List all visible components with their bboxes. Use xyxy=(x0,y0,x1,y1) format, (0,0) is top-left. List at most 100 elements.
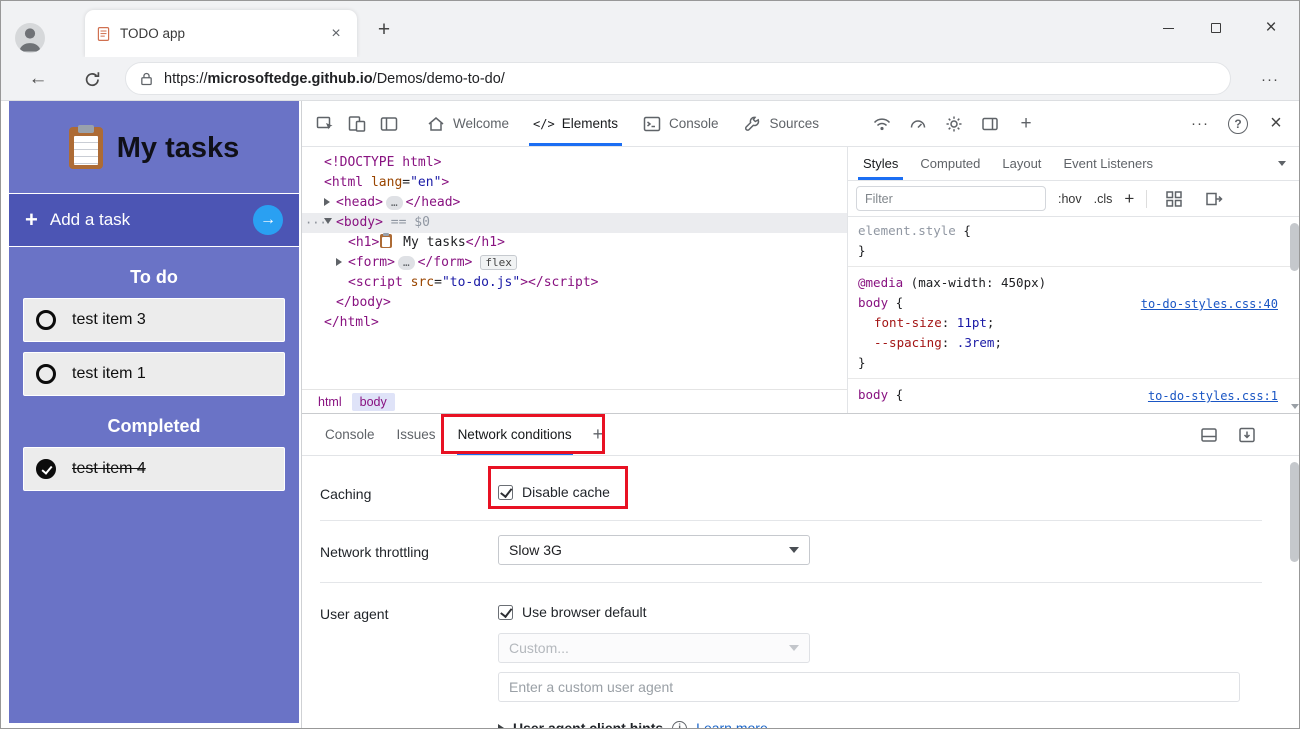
breadcrumb-body[interactable]: body xyxy=(352,393,395,411)
info-icon[interactable]: i xyxy=(672,721,687,729)
refresh-button[interactable] xyxy=(77,64,107,94)
help-icon[interactable]: ? xyxy=(1223,109,1253,139)
dom-tree-line[interactable]: <script src="to-do.js"></script> xyxy=(302,273,847,293)
breadcrumb-html[interactable]: html xyxy=(310,393,350,411)
class-toggle[interactable]: .cls xyxy=(1094,192,1113,206)
inspect-icon[interactable] xyxy=(310,109,340,139)
client-hints-row[interactable]: User agent client hints i Learn more xyxy=(498,720,768,729)
profile-avatar[interactable] xyxy=(15,23,45,53)
address-bar[interactable]: https://microsoftedge.github.io/Demos/de… xyxy=(125,62,1231,95)
back-button[interactable]: ← xyxy=(23,64,53,94)
new-tab-button[interactable]: + xyxy=(373,19,395,41)
style-rule-line[interactable]: body {to-do-styles.css:1 xyxy=(848,385,1300,405)
stylesheet-link[interactable]: to-do-styles.css:1 xyxy=(1148,386,1278,406)
drawer-tab-issues[interactable]: Issues xyxy=(386,414,447,455)
lock-icon[interactable] xyxy=(138,70,155,88)
collapsed-content-icon[interactable]: … xyxy=(398,256,415,270)
window-close-button[interactable]: × xyxy=(1248,11,1294,45)
tab-sources[interactable]: Sources xyxy=(731,101,832,146)
drawer-tab-console[interactable]: Console xyxy=(314,414,386,455)
styles-filter-input[interactable] xyxy=(856,186,1046,211)
dom-tree-line[interactable]: <html lang="en"> xyxy=(302,173,847,193)
learn-more-link[interactable]: Learn more xyxy=(696,720,768,729)
use-browser-default-checkbox[interactable] xyxy=(498,605,513,620)
style-rule-line[interactable]: @media (max-width: 450px) xyxy=(848,273,1300,293)
tab-welcome[interactable]: Welcome xyxy=(414,101,521,146)
performance-gauge-icon[interactable] xyxy=(903,109,933,139)
stylesheet-link[interactable]: to-do-styles.css:40 xyxy=(1141,294,1278,314)
node-options-icon[interactable]: ··· xyxy=(305,213,327,233)
style-rule-line[interactable]: body {to-do-styles.css:40 xyxy=(848,293,1300,313)
close-devtools-icon[interactable]: × xyxy=(1261,109,1291,139)
flex-badge[interactable]: flex xyxy=(480,255,517,270)
caching-label: Caching xyxy=(320,486,371,502)
window-minimize-button[interactable] xyxy=(1145,11,1191,45)
window-maximize-button[interactable] xyxy=(1193,11,1239,45)
dom-tree-line[interactable]: <h1> My tasks</h1> xyxy=(302,233,847,253)
disable-cache-checkbox[interactable] xyxy=(498,485,513,500)
submit-task-button[interactable]: → xyxy=(253,205,283,235)
more-options-icon[interactable]: ··· xyxy=(1185,109,1215,139)
expand-quickview-icon[interactable] xyxy=(1232,420,1262,450)
drawer-scrollbar[interactable] xyxy=(1290,462,1299,562)
dom-tree-line[interactable]: <form>…</form>flex xyxy=(302,253,847,273)
client-hints-label: User agent client hints xyxy=(513,720,663,729)
new-style-rule-button[interactable]: + xyxy=(1124,189,1134,209)
panel-layout-icon[interactable] xyxy=(374,109,404,139)
add-task-row[interactable]: + Add a task → xyxy=(9,193,299,247)
use-browser-default-label[interactable]: Use browser default xyxy=(522,604,647,620)
dom-tree-line[interactable]: <head>…</head> xyxy=(302,193,847,213)
dom-tree-line[interactable]: </body> xyxy=(302,293,847,313)
dom-tree-line[interactable]: <!DOCTYPE html> xyxy=(302,153,847,173)
unchecked-circle-icon[interactable] xyxy=(36,310,56,330)
drawer-panel: ConsoleIssuesNetwork conditions + Cachin… xyxy=(302,413,1300,729)
tab-event-listeners[interactable]: Event Listeners xyxy=(1052,147,1164,180)
settings-gear-icon[interactable] xyxy=(939,109,969,139)
style-rule-line[interactable]: } xyxy=(848,353,1300,373)
style-rule-line[interactable]: } xyxy=(848,241,1300,261)
disclosure-right-icon[interactable] xyxy=(498,724,504,729)
unchecked-circle-icon[interactable] xyxy=(36,364,56,384)
scroll-down-icon xyxy=(1291,404,1299,409)
disclosure-right-icon[interactable] xyxy=(336,253,348,273)
tab-close-icon[interactable]: × xyxy=(325,23,347,45)
add-tool-icon[interactable]: + xyxy=(1011,109,1041,139)
checked-circle-icon[interactable] xyxy=(36,459,56,479)
task-item[interactable]: test item 4 xyxy=(23,447,285,491)
drawer-tab-network-conditions[interactable]: Network conditions xyxy=(447,414,583,455)
tab-layout[interactable]: Layout xyxy=(991,147,1052,180)
device-toolbar-icon[interactable] xyxy=(342,109,372,139)
styles-sidebar: StylesComputedLayoutEvent Listeners :hov… xyxy=(847,147,1300,413)
dom-tree-line[interactable]: </html> xyxy=(302,313,847,333)
throttling-select[interactable]: Slow 3G xyxy=(498,535,810,565)
custom-ua-input[interactable] xyxy=(498,672,1240,702)
pseudo-state-toggle[interactable]: :hov xyxy=(1058,192,1082,206)
dock-side-icon[interactable] xyxy=(975,109,1005,139)
tab-console[interactable]: Console xyxy=(630,101,731,146)
chevron-down-icon[interactable] xyxy=(1278,161,1286,166)
completed-heading: Completed xyxy=(9,416,299,437)
tab-computed[interactable]: Computed xyxy=(909,147,991,180)
add-task-label[interactable]: Add a task xyxy=(50,210,241,230)
element-states-icon[interactable] xyxy=(1159,184,1189,214)
styles-scrollbar[interactable] xyxy=(1288,217,1300,413)
dock-quickview-icon[interactable] xyxy=(1194,420,1224,450)
task-item[interactable]: test item 3 xyxy=(23,298,285,342)
style-rule-line[interactable]: element.style { xyxy=(848,221,1300,241)
task-item[interactable]: test item 1 xyxy=(23,352,285,396)
dom-tree-line[interactable]: ···<body> == $0 xyxy=(302,213,847,233)
tab-elements[interactable]: </>Elements xyxy=(521,101,630,146)
new-style-rule-icon[interactable] xyxy=(1199,184,1229,214)
divider xyxy=(848,378,1300,379)
collapsed-content-icon[interactable]: … xyxy=(386,196,403,210)
style-rule-line[interactable]: font-size: 11pt; xyxy=(848,313,1300,333)
tab-styles[interactable]: Styles xyxy=(852,147,909,180)
disclosure-right-icon[interactable] xyxy=(324,193,336,213)
add-drawer-tab-button[interactable]: + xyxy=(593,424,604,445)
disable-cache-label[interactable]: Disable cache xyxy=(522,484,610,500)
style-rule-line[interactable]: --spacing: .3rem; xyxy=(848,333,1300,353)
custom-ua-select[interactable]: Custom... xyxy=(498,633,810,663)
browser-tab[interactable]: TODO app × xyxy=(85,10,357,57)
network-conditions-icon[interactable] xyxy=(867,109,897,139)
browser-menu-icon[interactable]: ··· xyxy=(1255,64,1285,94)
